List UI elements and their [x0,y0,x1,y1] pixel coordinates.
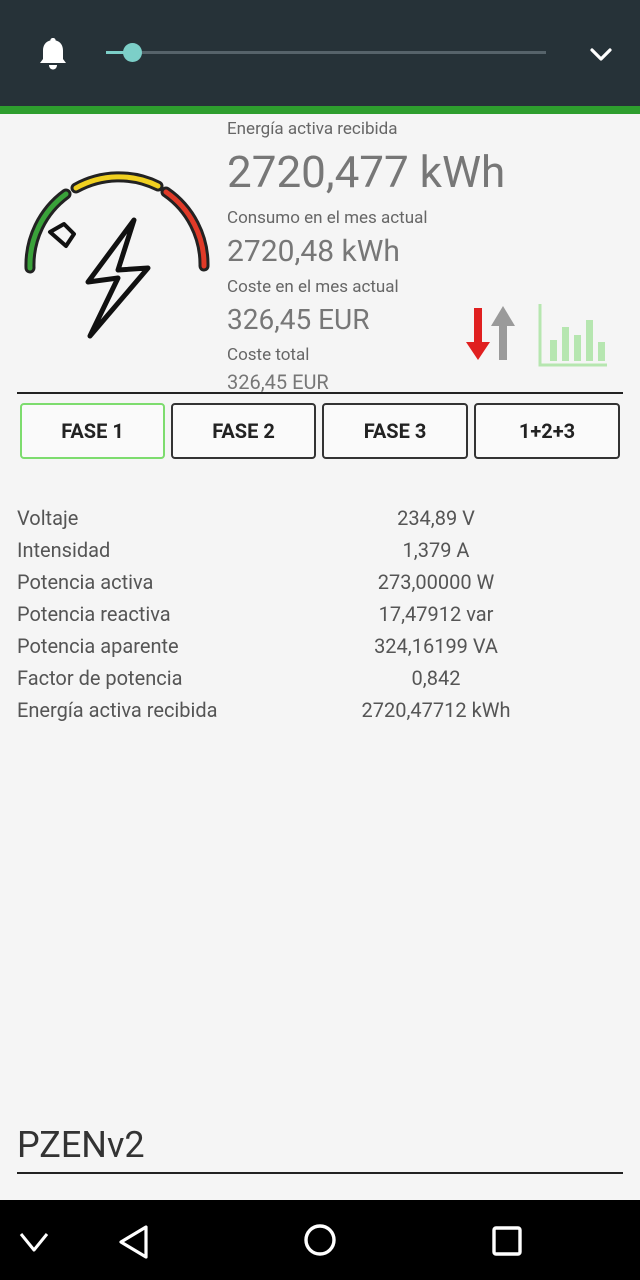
measurement-label: Energía activa recibida [17,698,218,722]
measurement-label: Intensidad [17,538,111,562]
recents-square-icon[interactable] [490,1224,524,1258]
tab-fase-2[interactable]: FASE 2 [171,403,316,459]
measurement-value: 1,379 A [402,538,470,562]
monthly-consumption-label: Consumo en el mes actual [227,208,428,228]
measurement-label: Potencia aparente [17,634,179,658]
measurement-label: Voltaje [17,506,79,530]
list-item: Intensidad 1,379 A [17,538,623,570]
total-cost-label: Coste total [227,345,310,365]
accent-divider [0,106,640,114]
tab-fase-3[interactable]: FASE 3 [322,403,468,459]
slider-track[interactable] [106,51,546,54]
back-triangle-icon[interactable] [116,1222,152,1262]
slider-thumb[interactable] [123,43,143,62]
measurement-value: 234,89 V [397,506,475,530]
home-circle-icon[interactable] [302,1222,338,1258]
list-item: Factor de potencia 0,842 [17,666,623,698]
measurement-value: 2720,47712 kWh [361,698,511,722]
hide-keyboard-chevron-icon[interactable] [18,1228,50,1256]
gauge-lightning-icon [24,171,210,339]
device-divider [17,1172,623,1174]
chevron-down-icon[interactable] [588,44,614,66]
monthly-consumption-value: 2720,48 kWh [227,234,400,269]
summary-divider [17,392,623,394]
monthly-cost-label: Coste en el mes actual [227,277,399,297]
tab-fase-1[interactable]: FASE 1 [20,403,165,459]
measurement-label: Potencia activa [17,570,154,594]
bell-icon[interactable] [36,36,70,72]
energy-value: 2720,477 kWh [227,146,506,198]
measurement-label: Factor de potencia [17,666,183,690]
device-name: PZENv2 [17,1124,145,1166]
energy-label: Energía activa recibida [227,119,398,139]
total-cost-value: 326,45 EUR [227,370,329,392]
measurement-value: 0,842 [411,666,461,690]
monthly-cost-value: 326,45 EUR [227,303,370,336]
bar-chart-icon[interactable] [537,302,609,368]
system-nav-bar [0,1200,640,1280]
list-item: Potencia activa 273,00000 W [17,570,623,602]
list-item: Energía activa recibida 2720,47712 kWh [17,698,623,730]
measurement-label: Potencia reactiva [17,602,171,626]
list-item: Voltaje 234,89 V [17,506,623,538]
up-down-arrows-icon[interactable] [462,304,518,366]
measurement-value: 17,47912 var [378,602,494,626]
measurement-value: 324,16199 VA [374,634,498,658]
list-item: Potencia aparente 324,16199 VA [17,634,623,666]
top-app-bar [0,0,640,106]
list-item: Potencia reactiva 17,47912 var [17,602,623,634]
measurement-value: 273,00000 W [377,570,495,594]
tab-all-phases[interactable]: 1+2+3 [474,403,620,459]
